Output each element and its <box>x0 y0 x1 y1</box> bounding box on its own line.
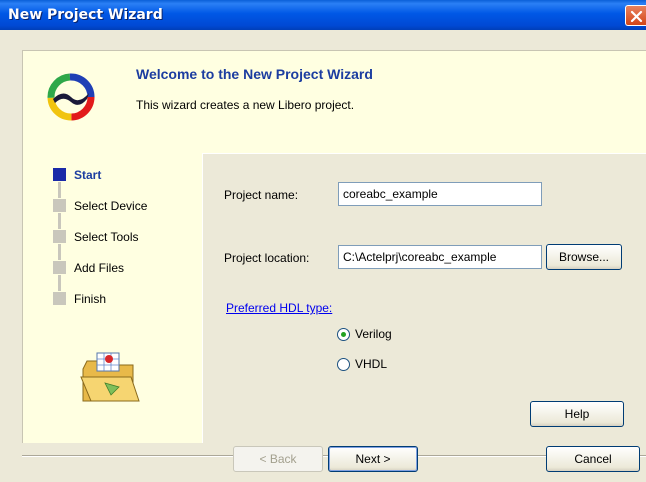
step-marker-icon <box>53 230 66 243</box>
project-location-input[interactable]: C:\Actelprj\coreabc_example <box>338 245 542 269</box>
browse-button[interactable]: Browse... <box>546 244 622 270</box>
back-button[interactable]: < Back <box>233 446 323 472</box>
step-label: Select Device <box>74 199 148 213</box>
wizard-heading: Welcome to the New Project Wizard <box>136 66 373 82</box>
step-marker-icon <box>53 199 66 212</box>
title-bar[interactable]: New Project Wizard <box>0 0 646 30</box>
radio-unchecked-icon[interactable] <box>337 358 350 371</box>
next-button[interactable]: Next > <box>328 446 418 472</box>
cancel-button[interactable]: Cancel <box>546 446 640 472</box>
step-connector <box>58 275 61 291</box>
close-button[interactable] <box>625 5 646 26</box>
step-label: Finish <box>74 292 107 306</box>
project-name-label: Project name: <box>224 188 299 202</box>
settings-panel: Project name: coreabc_example Project lo… <box>202 153 646 443</box>
close-icon <box>630 10 643 23</box>
libero-logo-icon <box>47 73 95 121</box>
step-connector <box>58 213 61 229</box>
wizard-subtitle: This wizard creates a new Libero project… <box>136 98 355 112</box>
radio-label: Verilog <box>355 327 392 341</box>
radio-label: VHDL <box>355 357 388 371</box>
project-folder-icon <box>80 352 140 402</box>
step-marker-icon <box>53 292 66 305</box>
project-location-label: Project location: <box>224 251 310 265</box>
help-button[interactable]: Help <box>530 401 624 427</box>
step-label: Select Tools <box>74 230 139 244</box>
step-connector <box>58 244 61 260</box>
step-marker-icon <box>53 168 66 181</box>
step-connector <box>58 182 61 198</box>
step-label: Start <box>74 168 102 182</box>
window-title: New Project Wizard <box>8 7 163 23</box>
project-name-input[interactable]: coreabc_example <box>338 182 542 206</box>
preferred-hdl-link[interactable]: Preferred HDL type: <box>226 301 332 315</box>
radio-checked-icon[interactable] <box>337 328 350 341</box>
wizard-window: Welcome to the New Project Wizard This w… <box>0 30 646 482</box>
step-marker-icon <box>53 261 66 274</box>
step-label: Add Files <box>74 261 125 275</box>
